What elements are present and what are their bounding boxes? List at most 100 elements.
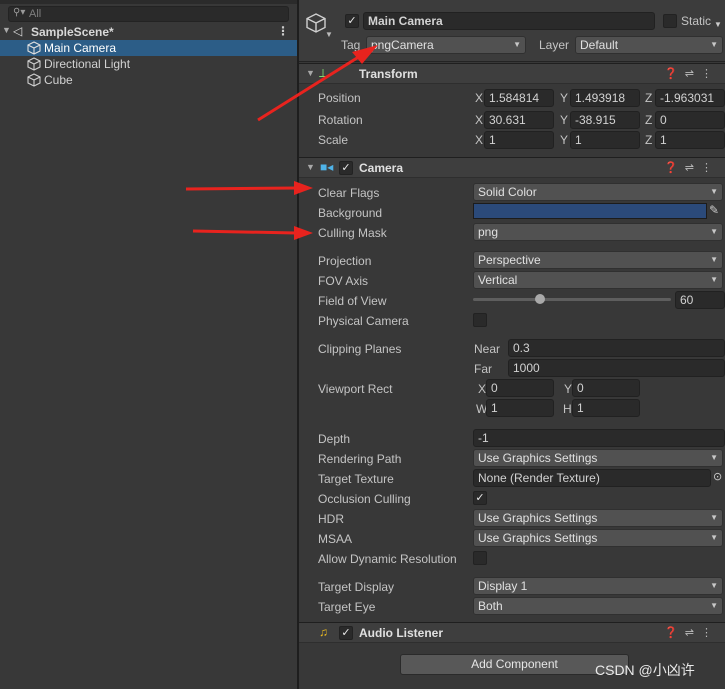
gameobject-icon[interactable] xyxy=(305,12,327,34)
hierarchy-item-cube[interactable]: Cube xyxy=(0,72,297,88)
hdr-dropdown[interactable]: Use Graphics Settings ▼ xyxy=(473,509,723,527)
background-label: Background xyxy=(318,206,383,220)
object-name-input[interactable]: Main Camera xyxy=(363,12,655,30)
static-checkbox[interactable] xyxy=(663,14,677,28)
viewport-x-value: 0 xyxy=(491,381,498,395)
tag-dropdown[interactable]: pngCamera ▼ xyxy=(366,36,526,54)
object-picker-icon[interactable]: ⊙ xyxy=(713,470,722,483)
rotation-y-axis[interactable]: Y xyxy=(560,113,568,127)
scale-z-field[interactable]: 1 xyxy=(655,131,725,149)
far-value: 1000 xyxy=(513,361,540,375)
hierarchy-item-directional-light[interactable]: Directional Light xyxy=(0,56,297,72)
scale-y-axis[interactable]: Y xyxy=(560,133,568,147)
fov-slider-handle[interactable] xyxy=(535,294,545,304)
rotation-x-field[interactable]: 30.631 xyxy=(484,111,554,129)
rendering-path-dropdown[interactable]: Use Graphics Settings ▼ xyxy=(473,449,723,467)
msaa-dropdown[interactable]: Use Graphics Settings ▼ xyxy=(473,529,723,547)
position-y-field[interactable]: 1.493918 xyxy=(570,89,640,107)
viewport-rect-label: Viewport Rect xyxy=(318,382,393,396)
camera-header[interactable]: ▼ ■◂ ✓ Camera ❓⇌⋮ xyxy=(299,157,725,178)
target-display-dropdown[interactable]: Display 1 ▼ xyxy=(473,577,723,595)
target-eye-dropdown[interactable]: Both ▼ xyxy=(473,597,723,615)
audio-listener-checkbox[interactable]: ✓ xyxy=(339,626,353,640)
chevron-down-icon: ▼ xyxy=(710,581,718,590)
gameobject-cube-icon xyxy=(27,41,41,55)
viewport-h-field[interactable]: 1 xyxy=(572,399,640,417)
fov-slider-track[interactable] xyxy=(473,298,671,301)
viewport-y-field[interactable]: 0 xyxy=(572,379,640,397)
position-y-axis[interactable]: Y xyxy=(560,91,568,105)
hierarchy-item-label: Main Camera xyxy=(44,41,117,55)
expand-arrow-icon[interactable]: ▼ xyxy=(2,25,11,35)
chevron-down-icon: ▼ xyxy=(710,453,718,462)
rotation-z-field[interactable]: 0 xyxy=(655,111,725,129)
fov-axis-label: FOV Axis xyxy=(318,274,369,288)
hierarchy-search-input[interactable]: ⚲▾ All xyxy=(8,6,289,22)
occlusion-culling-checkbox[interactable]: ✓ xyxy=(473,491,487,505)
eyedropper-icon[interactable]: ✎ xyxy=(709,203,719,217)
projection-label: Projection xyxy=(318,254,372,268)
far-label[interactable]: Far xyxy=(474,362,492,376)
far-input[interactable]: 1000 xyxy=(508,359,725,377)
target-texture-field[interactable]: None (Render Texture) xyxy=(473,469,711,487)
component-actions[interactable]: ❓⇌⋮ xyxy=(664,161,719,174)
background-color-swatch[interactable] xyxy=(473,203,707,219)
scale-z-axis[interactable]: Z xyxy=(645,133,652,147)
active-checkbox[interactable]: ✓ xyxy=(345,14,359,28)
scale-x-value: 1 xyxy=(489,133,496,147)
scale-x-axis[interactable]: X xyxy=(475,133,483,147)
hierarchy-toolbar xyxy=(0,0,297,4)
position-z-axis[interactable]: Z xyxy=(645,91,652,105)
static-dropdown-caret-icon[interactable]: ▼ xyxy=(714,20,722,29)
physical-camera-checkbox[interactable] xyxy=(473,313,487,327)
position-z-field[interactable]: -1.963031 xyxy=(655,89,725,107)
fov-value: 60 xyxy=(680,293,694,307)
hierarchy-item-main-camera[interactable]: Main Camera xyxy=(0,40,297,56)
camera-enabled-checkbox[interactable]: ✓ xyxy=(339,161,353,175)
position-x-field[interactable]: 1.584814 xyxy=(484,89,554,107)
target-display-value: Display 1 xyxy=(478,579,528,593)
fold-arrow-icon[interactable]: ▼ xyxy=(306,162,315,172)
near-label[interactable]: Near xyxy=(474,342,500,356)
preset-icon: ⇌ xyxy=(684,162,701,174)
scale-x-field[interactable]: 1 xyxy=(484,131,554,149)
viewport-x-field[interactable]: 0 xyxy=(486,379,554,397)
scene-menu-icon[interactable]: ⋮ xyxy=(277,24,289,38)
audio-listener-header[interactable]: ♫ ✓ Audio Listener ❓⇌⋮ xyxy=(299,622,725,643)
target-display-label: Target Display xyxy=(318,580,395,594)
viewport-h-axis[interactable]: H xyxy=(563,402,572,416)
position-x-axis[interactable]: X xyxy=(475,91,483,105)
chevron-down-icon: ▼ xyxy=(710,227,718,236)
fov-axis-value: Vertical xyxy=(478,273,518,287)
transform-title: Transform xyxy=(359,67,418,81)
inspector-panel: ▼ ✓ Main Camera Static ▼ Tag pngCamera ▼ … xyxy=(299,0,725,689)
dynamic-resolution-checkbox[interactable] xyxy=(473,551,487,565)
fov-axis-dropdown[interactable]: Vertical ▼ xyxy=(473,271,723,289)
viewport-y-axis[interactable]: Y xyxy=(564,382,572,396)
viewport-w-field[interactable]: 1 xyxy=(486,399,554,417)
viewport-x-axis[interactable]: X xyxy=(478,382,486,396)
hierarchy-panel: ⚲▾ All ▼ ◁ SampleScene* ⋮ Main Camera Di… xyxy=(0,0,297,689)
culling-mask-value: png xyxy=(478,225,499,239)
scale-y-field[interactable]: 1 xyxy=(570,131,640,149)
icon-dropdown-caret-icon[interactable]: ▼ xyxy=(325,30,333,39)
rotation-y-field[interactable]: -38.915 xyxy=(570,111,640,129)
gameobject-cube-icon xyxy=(27,57,41,71)
projection-dropdown[interactable]: Perspective ▼ xyxy=(473,251,723,269)
fov-input[interactable]: 60 xyxy=(675,291,725,309)
culling-mask-dropdown[interactable]: png ▼ xyxy=(473,223,723,241)
layer-dropdown[interactable]: Default ▼ xyxy=(575,36,723,54)
scene-row[interactable]: ▼ ◁ SampleScene* ⋮ xyxy=(0,24,297,40)
fold-arrow-icon[interactable]: ▼ xyxy=(306,68,315,78)
chevron-down-icon: ▼ xyxy=(513,40,521,49)
rotation-x-axis[interactable]: X xyxy=(475,113,483,127)
rotation-z-axis[interactable]: Z xyxy=(645,113,652,127)
component-actions[interactable]: ❓⇌⋮ xyxy=(664,67,719,80)
transform-header[interactable]: ▼ ⟂ Transform ❓⇌⋮ xyxy=(299,63,725,84)
chevron-down-icon: ▼ xyxy=(710,40,718,49)
clear-flags-dropdown[interactable]: Solid Color ▼ xyxy=(473,183,723,201)
rotation-z-value: 0 xyxy=(660,113,667,127)
depth-input[interactable]: -1 xyxy=(473,429,725,447)
component-actions[interactable]: ❓⇌⋮ xyxy=(664,626,719,639)
near-input[interactable]: 0.3 xyxy=(508,339,725,357)
